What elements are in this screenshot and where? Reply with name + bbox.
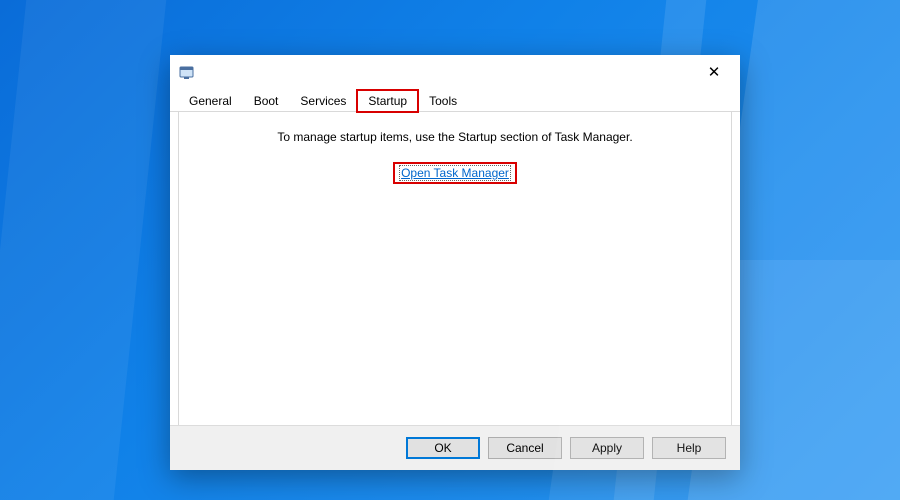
startup-tab-content: To manage startup items, use the Startup… (178, 112, 732, 426)
desktop-wallpaper: ✕ General Boot Services Startup Tools To… (0, 0, 900, 500)
close-button[interactable]: ✕ (694, 58, 734, 86)
startup-message: To manage startup items, use the Startup… (179, 130, 731, 144)
dialog-button-bar: OK Cancel Apply Help (170, 425, 740, 470)
cancel-button[interactable]: Cancel (488, 437, 562, 459)
apply-button[interactable]: Apply (570, 437, 644, 459)
titlebar[interactable]: ✕ (170, 55, 740, 89)
open-task-manager-link[interactable]: Open Task Manager (399, 165, 511, 181)
ok-button[interactable]: OK (406, 437, 480, 459)
msconfig-window: ✕ General Boot Services Startup Tools To… (170, 55, 740, 470)
help-button[interactable]: Help (652, 437, 726, 459)
tab-general[interactable]: General (178, 90, 243, 112)
tab-startup[interactable]: Startup (357, 90, 418, 112)
tab-services[interactable]: Services (289, 90, 357, 112)
link-highlight: Open Task Manager (393, 162, 517, 184)
tab-tools[interactable]: Tools (418, 90, 468, 112)
tab-strip: General Boot Services Startup Tools (170, 89, 740, 112)
tab-boot[interactable]: Boot (243, 90, 290, 112)
app-icon (178, 63, 196, 81)
